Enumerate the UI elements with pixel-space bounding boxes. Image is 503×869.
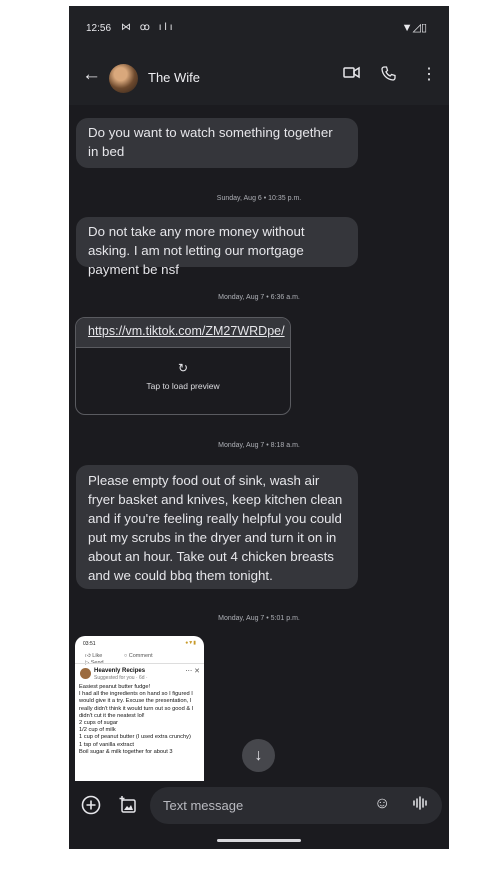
thumb-more-icon: ⋯ ✕ (185, 668, 200, 675)
timestamp: Sunday, Aug 6 • 10:35 p.m. (216, 195, 302, 202)
timestamp: Monday, Aug 7 • 6:36 a.m. (218, 294, 300, 301)
gallery-icon[interactable] (118, 795, 138, 820)
divider (75, 663, 204, 664)
thumb-status-time: 03:51 (83, 641, 96, 647)
voice-message-icon[interactable] (412, 796, 428, 813)
link-preview-card[interactable]: https://vm.tiktok.com/ZM27WRDpe/ ↻ Tap t… (75, 317, 291, 415)
message-bubble-received[interactable]: Do not take any more money without askin… (76, 217, 358, 277)
scroll-to-bottom-button[interactable]: ↓ (242, 739, 275, 772)
notification-icons: ⋈ ꝏ ılı (121, 22, 176, 33)
video-call-icon[interactable] (343, 66, 360, 83)
thumb-comment: ○ Comment (123, 653, 153, 659)
thumb-action-row: 👍︎ Like ○ Comment ▷ Send (85, 653, 197, 668)
timestamp: Monday, Aug 7 • 5:01 p.m. (218, 615, 300, 622)
post-subline: Suggested for you · 6d · (94, 675, 148, 681)
contact-avatar[interactable] (109, 64, 138, 93)
timestamp: Monday, Aug 7 • 8:18 a.m. (218, 442, 300, 449)
thumb-status-icons: ●▼▮ (185, 640, 196, 646)
contact-name[interactable]: The Wife (148, 70, 200, 85)
page-avatar (80, 668, 91, 679)
message-input-placeholder: Text message (163, 798, 244, 813)
message-bubble-received[interactable]: Do you want to watch something together … (76, 118, 358, 168)
message-text: Please empty food out of sink, wash air … (88, 473, 343, 583)
status-time: 12:56 (86, 23, 112, 34)
tap-to-load-preview[interactable]: Tap to load preview (76, 381, 290, 391)
more-options-icon[interactable]: ⋮ (421, 64, 437, 84)
reload-icon[interactable]: ↻ (76, 361, 290, 375)
message-text: Do you want to watch something together … (88, 125, 333, 159)
message-bubble-received[interactable]: Please empty food out of sink, wash air … (76, 465, 358, 589)
post-body: Easiest peanut butter fudge! I had all t… (79, 684, 194, 755)
thumb-like: 👍︎ Like (85, 653, 103, 659)
link-url[interactable]: https://vm.tiktok.com/ZM27WRDpe/ (76, 318, 290, 348)
status-bar: 12:56 ⋈ ꝏ ılı ▼◿▯ (69, 6, 449, 50)
add-attachment-icon[interactable] (81, 795, 101, 820)
back-arrow-icon[interactable]: ← (82, 64, 101, 86)
image-attachment[interactable]: 03:51 ●▼▮ 👍︎ Like ○ Comment ▷ Send Heave… (75, 636, 204, 786)
message-list[interactable]: Do you want to watch something together … (69, 105, 449, 786)
emoji-icon[interactable]: ☺ (374, 795, 390, 813)
arrow-down-icon: ↓ (254, 747, 263, 764)
message-input[interactable]: Text message ☺ (150, 787, 442, 824)
home-indicator[interactable] (217, 839, 301, 842)
conversation-header: ← The Wife ⋮ (69, 50, 449, 105)
phone-call-icon[interactable] (381, 66, 396, 85)
system-status-icons: ▼◿▯ (401, 22, 427, 34)
phone-screen: 12:56 ⋈ ꝏ ılı ▼◿▯ ← The Wife ⋮ Do you wa… (69, 6, 449, 849)
message-text: Do not take any more money without askin… (88, 224, 305, 277)
